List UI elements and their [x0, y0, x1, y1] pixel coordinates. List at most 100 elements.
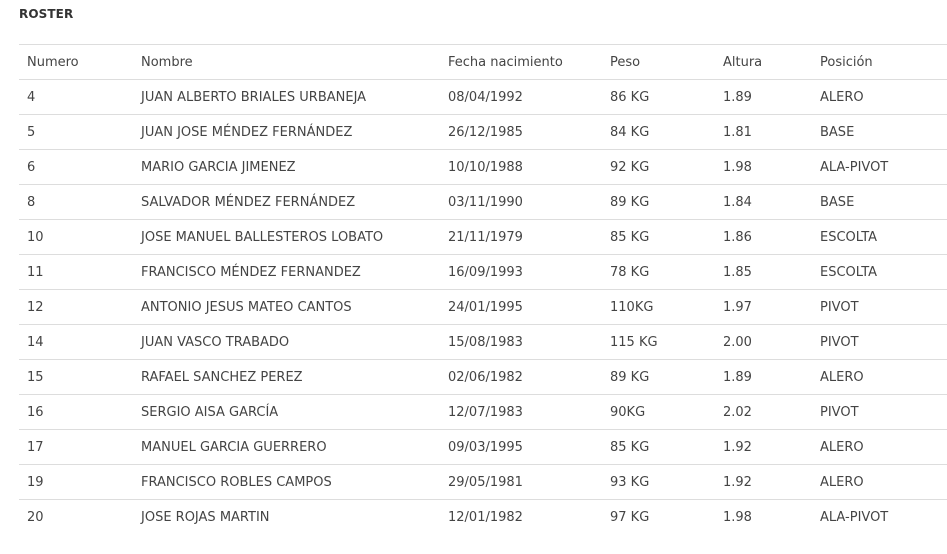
cell-altura: 2.00 [715, 324, 812, 360]
table-row: 12 ANTONIO JESUS MATEO CANTOS 24/01/1995 11… [19, 289, 947, 325]
cell-peso: 89 KG [602, 184, 715, 220]
cell-numero: 12 [19, 289, 133, 325]
cell-altura: 1.98 [723, 509, 752, 525]
cell-fecha-nacimiento: 12/07/1983 [440, 394, 602, 430]
table-row: 10 JOSE MANUEL BALLESTEROS LOBATO 21/11/19… [19, 219, 947, 255]
cell-peso: 92 KG [602, 149, 715, 185]
cell-posicion: ALERO [812, 429, 947, 465]
section-title: ROSTER [19, 7, 74, 21]
cell-fecha-nacimiento: 08/04/1992 [440, 79, 602, 115]
cell-posicion: BASE [812, 184, 947, 220]
table-row: 11 FRANCISCO MÉNDEZ FERNANDEZ 16/09/1993 78… [19, 254, 947, 290]
cell-numero: 14 [19, 324, 133, 360]
table-row: 17 MANUEL GARCIA GUERRERO 09/03/1995 85 KG 1… [19, 429, 947, 465]
table-row: 14 JUAN VASCO TRABADO 15/08/1983 115 KG 2.00… [19, 324, 947, 360]
table-row: 4 JUAN ALBERTO BRIALES URBANEJA 08/04/1992… [19, 79, 947, 115]
cell-peso: 115 KG [602, 324, 715, 360]
cell-fecha-nacimiento: 16/09/1993 [440, 254, 602, 290]
cell-fecha-nacimiento: 21/11/1979 [440, 219, 602, 255]
cell-altura: 1.97 [715, 289, 812, 325]
cell-numero: 10 [19, 219, 133, 255]
cell-nombre: JUAN ALBERTO BRIALES URBANEJA [133, 79, 440, 115]
table-row: 15 RAFAEL SANCHEZ PEREZ 02/06/1982 89 KG 1.8… [19, 359, 947, 395]
cell-altura: 1.85 [715, 254, 812, 290]
cell-peso: 93 KG [602, 464, 715, 500]
cell-nombre: SERGIO AISA GARCÍA [133, 394, 440, 430]
cell-fecha-nacimiento: 26/12/1985 [440, 114, 602, 150]
column-header-nombre: Nombre [133, 44, 440, 80]
cell-posicion: PIVOT [812, 394, 947, 430]
cell-posicion: ESCOLTA [812, 219, 947, 255]
cell-fecha-nacimiento: 24/01/1995 [440, 289, 602, 325]
cell-fecha-nacimiento: 12/01/1982 [448, 509, 523, 525]
cell-altura: 1.98 [715, 149, 812, 185]
column-header-numero: Numero [19, 44, 133, 80]
column-header-peso: Peso [602, 44, 715, 80]
table-row: 20 JOSE ROJAS MARTIN 12/01/1982 97 KG 1.98 AL… [19, 500, 947, 535]
cell-numero: 6 [19, 149, 133, 185]
cell-nombre: JOSE ROJAS MARTIN [141, 509, 270, 525]
cell-posicion: PIVOT [812, 289, 947, 325]
table-row: 8 SALVADOR MÉNDEZ FERNÁNDEZ 03/11/1990 89 K… [19, 184, 947, 220]
cell-peso: 85 KG [602, 429, 715, 465]
cell-nombre: ANTONIO JESUS MATEO CANTOS [133, 289, 440, 325]
cell-altura: 1.86 [715, 219, 812, 255]
cell-nombre: MARIO GARCIA JIMENEZ [133, 149, 440, 185]
cell-fecha-nacimiento: 15/08/1983 [440, 324, 602, 360]
table-row: 19 FRANCISCO ROBLES CAMPOS 29/05/1981 93 KG… [19, 464, 947, 500]
table-header-row: Numero Nombre Fecha nacimiento Peso Altu… [19, 44, 947, 80]
roster-table: Numero Nombre Fecha nacimiento Peso Altu… [19, 44, 947, 534]
cell-altura: 1.92 [715, 464, 812, 500]
cell-numero: 20 [27, 509, 44, 525]
cell-numero: 5 [19, 114, 133, 150]
cell-fecha-nacimiento: 09/03/1995 [440, 429, 602, 465]
cell-numero: 15 [19, 359, 133, 395]
cell-altura: 1.89 [715, 359, 812, 395]
column-header-posicion: Posición [812, 44, 947, 80]
cell-fecha-nacimiento: 03/11/1990 [440, 184, 602, 220]
cell-posicion: ALERO [812, 464, 947, 500]
cell-altura: 1.81 [715, 114, 812, 150]
cell-nombre: JUAN VASCO TRABADO [133, 324, 440, 360]
cell-posicion: ALA-PIVOT [812, 149, 947, 185]
cell-peso: 90KG [602, 394, 715, 430]
cell-peso: 97 KG [610, 509, 650, 525]
cell-nombre: SALVADOR MÉNDEZ FERNÁNDEZ [133, 184, 440, 220]
cell-peso: 86 KG [602, 79, 715, 115]
cell-numero: 11 [19, 254, 133, 290]
table-row: 6 MARIO GARCIA JIMENEZ 10/10/1988 92 KG 1.98… [19, 149, 947, 185]
cell-numero: 17 [19, 429, 133, 465]
table-row: 5 JUAN JOSE MÉNDEZ FERNÁNDEZ 26/12/1985 84 … [19, 114, 947, 150]
cell-fecha-nacimiento: 10/10/1988 [440, 149, 602, 185]
cell-fecha-nacimiento: 02/06/1982 [440, 359, 602, 395]
cell-altura: 1.89 [715, 79, 812, 115]
cell-altura: 1.92 [715, 429, 812, 465]
table-row: 16 SERGIO AISA GARCÍA 12/07/1983 90KG 2.02 PI… [19, 394, 947, 430]
cell-altura: 1.84 [715, 184, 812, 220]
cell-nombre: FRANCISCO ROBLES CAMPOS [133, 464, 440, 500]
cell-posicion: PIVOT [812, 324, 947, 360]
cell-numero: 16 [19, 394, 133, 430]
cell-peso: 85 KG [602, 219, 715, 255]
cell-nombre: JUAN JOSE MÉNDEZ FERNÁNDEZ [133, 114, 440, 150]
cell-fecha-nacimiento: 29/05/1981 [440, 464, 602, 500]
cell-nombre: JOSE MANUEL BALLESTEROS LOBATO [133, 219, 440, 255]
cell-numero: 4 [19, 79, 133, 115]
cell-peso: 110KG [602, 289, 715, 325]
column-header-altura: Altura [715, 44, 812, 80]
roster-body: 4 JUAN ALBERTO BRIALES URBANEJA 08/04/1992… [19, 79, 947, 535]
cell-peso: 89 KG [602, 359, 715, 395]
cell-nombre: MANUEL GARCIA GUERRERO [133, 429, 440, 465]
cell-peso: 78 KG [602, 254, 715, 290]
cell-posicion: ALERO [812, 79, 947, 115]
cell-numero: 19 [19, 464, 133, 500]
cell-numero: 8 [19, 184, 133, 220]
cell-nombre: RAFAEL SANCHEZ PEREZ [133, 359, 440, 395]
cell-posicion: ALA-PIVOT [820, 509, 889, 525]
cell-altura: 2.02 [715, 394, 812, 430]
cell-posicion: BASE [812, 114, 947, 150]
cell-posicion: ESCOLTA [812, 254, 947, 290]
column-header-fecha-nacimiento: Fecha nacimiento [440, 44, 602, 80]
cell-posicion: ALERO [812, 359, 947, 395]
cell-peso: 84 KG [602, 114, 715, 150]
